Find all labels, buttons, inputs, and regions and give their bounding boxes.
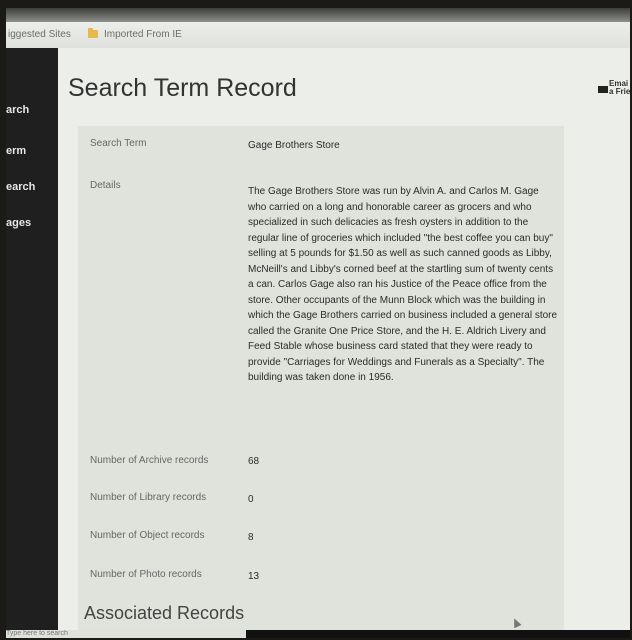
library-records-label: Number of Library records [90,492,207,503]
taskbar-search-input[interactable]: Type here to search [6,630,246,638]
sidebar-item-term[interactable]: erm [6,145,26,157]
associated-records-heading: Associated Records [84,603,245,623]
email-icon[interactable] [598,86,608,93]
library-records-count[interactable]: 0 [248,494,254,505]
window-title-bar [6,8,630,22]
folder-icon [88,28,98,38]
object-records-label: Number of Object records [90,530,205,541]
main-content: Search Term Record Emai a Frie Search Te… [58,48,630,638]
archive-records-count[interactable]: 68 [248,456,259,467]
photo-records-count[interactable]: 13 [248,571,259,582]
email-label-line-2: a Frie [609,87,630,96]
sidebar-item-pages[interactable]: ages [6,217,31,229]
record-details-panel: Search Term Gage Brothers Store Details … [78,126,564,636]
search-term-value: Gage Brothers Store [248,140,340,151]
sidebar: arch erm earch ages [6,48,58,638]
sidebar-item-search[interactable]: arch [6,104,29,116]
object-records-count[interactable]: 8 [248,532,254,543]
details-label: Details [90,180,121,191]
bookmarks-bar: iggested Sites Imported From IE [6,22,630,49]
details-value: The Gage Brothers Store was run by Alvin… [248,186,558,383]
sidebar-item-advanced-search[interactable]: earch [6,181,35,193]
screen-photo: iggested Sites Imported From IE arch erm… [6,8,630,638]
email-a-friend-link[interactable]: Emai a Frie [609,80,630,96]
archive-records-label: Number of Archive records [90,455,209,466]
search-term-label: Search Term [90,138,147,149]
page-title: Search Term Record [68,74,297,102]
bookmark-imported-from-ie[interactable]: Imported From IE [104,29,182,40]
photo-records-label: Number of Photo records [90,569,202,580]
bookmark-suggested-sites[interactable]: iggested Sites [8,29,71,40]
